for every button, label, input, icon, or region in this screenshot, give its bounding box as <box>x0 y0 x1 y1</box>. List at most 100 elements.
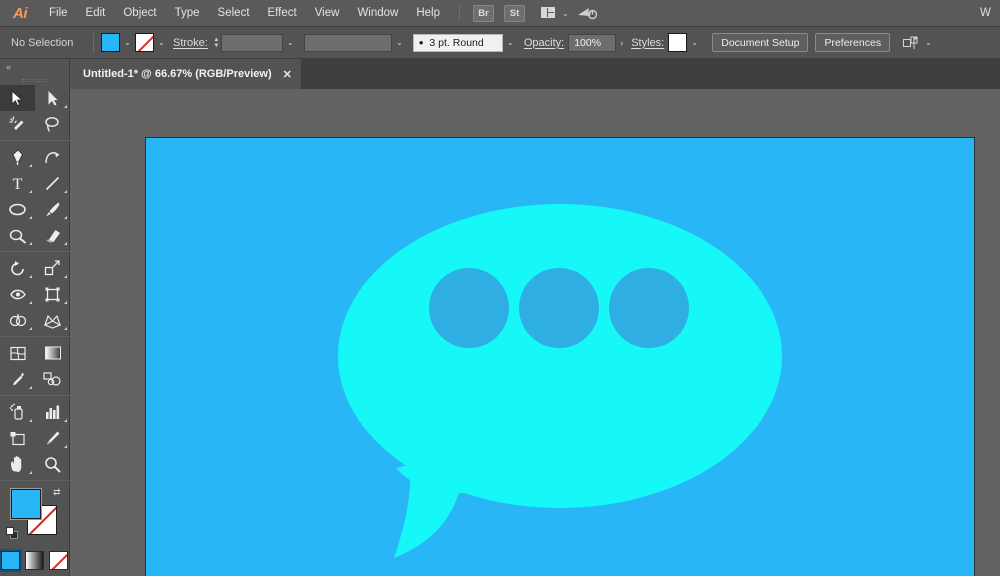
hand-tool[interactable] <box>0 451 35 477</box>
menu-file[interactable]: File <box>40 0 77 27</box>
swap-fill-stroke-icon[interactable]: ⇄ <box>53 487 65 499</box>
gradient-mode-button[interactable] <box>25 551 44 570</box>
tool-grid: T <box>0 85 70 477</box>
bubble-body <box>338 204 782 508</box>
fill-color-swatch[interactable] <box>101 33 120 52</box>
arrange-chevron-down-icon[interactable]: ⌄ <box>562 9 569 18</box>
pen-tool[interactable] <box>0 144 35 170</box>
opacity-more-options-icon[interactable]: › <box>616 38 627 48</box>
workspace-switcher[interactable]: W <box>980 0 998 27</box>
rotate-tool[interactable] <box>0 255 35 281</box>
gradient-tool[interactable] <box>35 340 70 366</box>
stroke-color-swatch[interactable] <box>135 33 154 52</box>
speech-bubble-artwork[interactable] <box>146 138 974 576</box>
column-graph-tool[interactable] <box>35 399 70 425</box>
paintbrush-tool[interactable] <box>35 196 70 222</box>
brush-definition-dropdown[interactable]: • 3 pt. Round <box>412 33 503 52</box>
preferences-button[interactable]: Preferences <box>815 33 891 52</box>
free-transform-tool[interactable] <box>35 281 70 307</box>
mesh-tool[interactable] <box>0 340 35 366</box>
bridge-button[interactable]: Br <box>473 4 494 22</box>
width-tool[interactable] <box>0 281 35 307</box>
none-mode-button[interactable] <box>49 551 68 570</box>
stroke-weight-chevron-down-icon[interactable]: ⌄ <box>283 33 298 52</box>
shape-builder-tool[interactable] <box>0 307 35 333</box>
stroke-swatch-chevron-down-icon[interactable]: ⌄ <box>154 33 169 52</box>
scale-tool[interactable] <box>35 255 70 281</box>
artboard[interactable] <box>145 137 975 576</box>
styles-label[interactable]: Styles: <box>631 37 664 49</box>
brush-bullet-icon: • <box>418 34 424 50</box>
default-fill-stroke-icon[interactable] <box>6 527 19 540</box>
line-segment-tool[interactable] <box>35 170 70 196</box>
styles-chevron-down-icon[interactable]: ⌄ <box>687 33 702 52</box>
selection-tool[interactable] <box>0 85 35 111</box>
blend-tool[interactable] <box>35 366 70 392</box>
eraser-tool[interactable] <box>35 222 70 248</box>
arrange-documents-icon[interactable] <box>537 5 559 22</box>
search-adobe-icon[interactable] <box>576 5 598 22</box>
panel-drag-handle[interactable] <box>0 75 69 85</box>
document-tab[interactable]: Untitled-1* @ 66.67% (RGB/Preview) ✕ <box>70 59 301 89</box>
menu-window[interactable]: Window <box>348 0 407 27</box>
artboard-tool[interactable] <box>0 425 35 451</box>
menu-object[interactable]: Object <box>114 0 165 27</box>
type-tool[interactable]: T <box>0 170 35 196</box>
graphic-styles-swatch[interactable] <box>668 33 688 52</box>
tool-separator <box>0 480 70 481</box>
menu-effect[interactable]: Effect <box>259 0 306 27</box>
shaper-tool[interactable] <box>0 222 35 248</box>
tool-separator <box>0 336 70 337</box>
menu-type[interactable]: Type <box>166 0 209 27</box>
menu-divider <box>459 5 460 21</box>
stock-button[interactable]: St <box>504 4 525 22</box>
dot-3 <box>609 268 689 348</box>
slice-tool[interactable] <box>35 425 70 451</box>
dot-1 <box>429 268 509 348</box>
menu-bar: Ai File Edit Object Type Select Effect V… <box>0 0 1000 27</box>
magic-wand-tool[interactable] <box>0 111 35 137</box>
menu-help[interactable]: Help <box>407 0 449 27</box>
menu-select[interactable]: Select <box>209 0 259 27</box>
curvature-tool[interactable] <box>35 144 70 170</box>
control-bar: No Selection ⌄ ⌄ Stroke: ▲ ▼ ⌄ ⌄ • 3 pt. … <box>0 27 1000 59</box>
stroke-weight-input[interactable] <box>220 33 283 52</box>
color-mode-buttons <box>0 551 69 570</box>
align-chevron-down-icon[interactable]: ⌄ <box>925 38 932 47</box>
direct-selection-tool[interactable] <box>35 85 70 111</box>
symbol-sprayer-tool[interactable] <box>0 399 35 425</box>
fill-color-indicator[interactable] <box>11 489 41 519</box>
dot-2 <box>519 268 599 348</box>
document-setup-button[interactable]: Document Setup <box>712 33 809 52</box>
zoom-tool[interactable] <box>35 451 70 477</box>
stroke-weight-stepper[interactable]: ▲ ▼ <box>212 34 221 52</box>
stroke-weight-label[interactable]: Stroke: <box>173 37 208 49</box>
selection-status-label: No Selection <box>11 36 74 49</box>
document-tab-bar: Untitled-1* @ 66.67% (RGB/Preview) ✕ <box>0 59 1000 89</box>
fill-stroke-cluster: ⇄ <box>0 485 70 547</box>
color-mode-button[interactable] <box>1 551 20 570</box>
fill-swatch-chevron-down-icon[interactable]: ⌄ <box>120 33 135 52</box>
app-logo-icon: Ai <box>13 4 28 22</box>
opacity-label[interactable]: Opacity: <box>524 37 564 49</box>
illustrator-window: Ai File Edit Object Type Select Effect V… <box>0 0 1000 576</box>
perspective-grid-tool[interactable] <box>35 307 70 333</box>
lasso-tool[interactable] <box>35 111 70 137</box>
document-tab-title: Untitled-1* @ 66.67% (RGB/Preview) <box>83 68 272 80</box>
tools-panel: « T ⇄ <box>0 59 70 576</box>
ellipse-tool[interactable] <box>0 196 35 222</box>
align-objects-icon[interactable] <box>900 34 922 51</box>
brush-definition-label: 3 pt. Round <box>429 36 484 49</box>
menu-view[interactable]: View <box>306 0 349 27</box>
menu-edit[interactable]: Edit <box>77 0 115 27</box>
close-icon[interactable]: ✕ <box>283 68 292 81</box>
control-divider <box>93 32 94 53</box>
stroke-profile-chevron-down-icon[interactable]: ⌄ <box>392 33 407 52</box>
collapse-panel-icon[interactable]: « <box>0 59 69 75</box>
opacity-input[interactable]: 100% <box>568 33 617 52</box>
eyedropper-tool[interactable] <box>0 366 35 392</box>
svg-text:T: T <box>13 176 23 192</box>
brush-definition-chevron-down-icon[interactable]: ⌄ <box>503 33 518 52</box>
stroke-profile-dropdown[interactable] <box>303 33 392 52</box>
canvas-area[interactable] <box>70 89 1000 576</box>
